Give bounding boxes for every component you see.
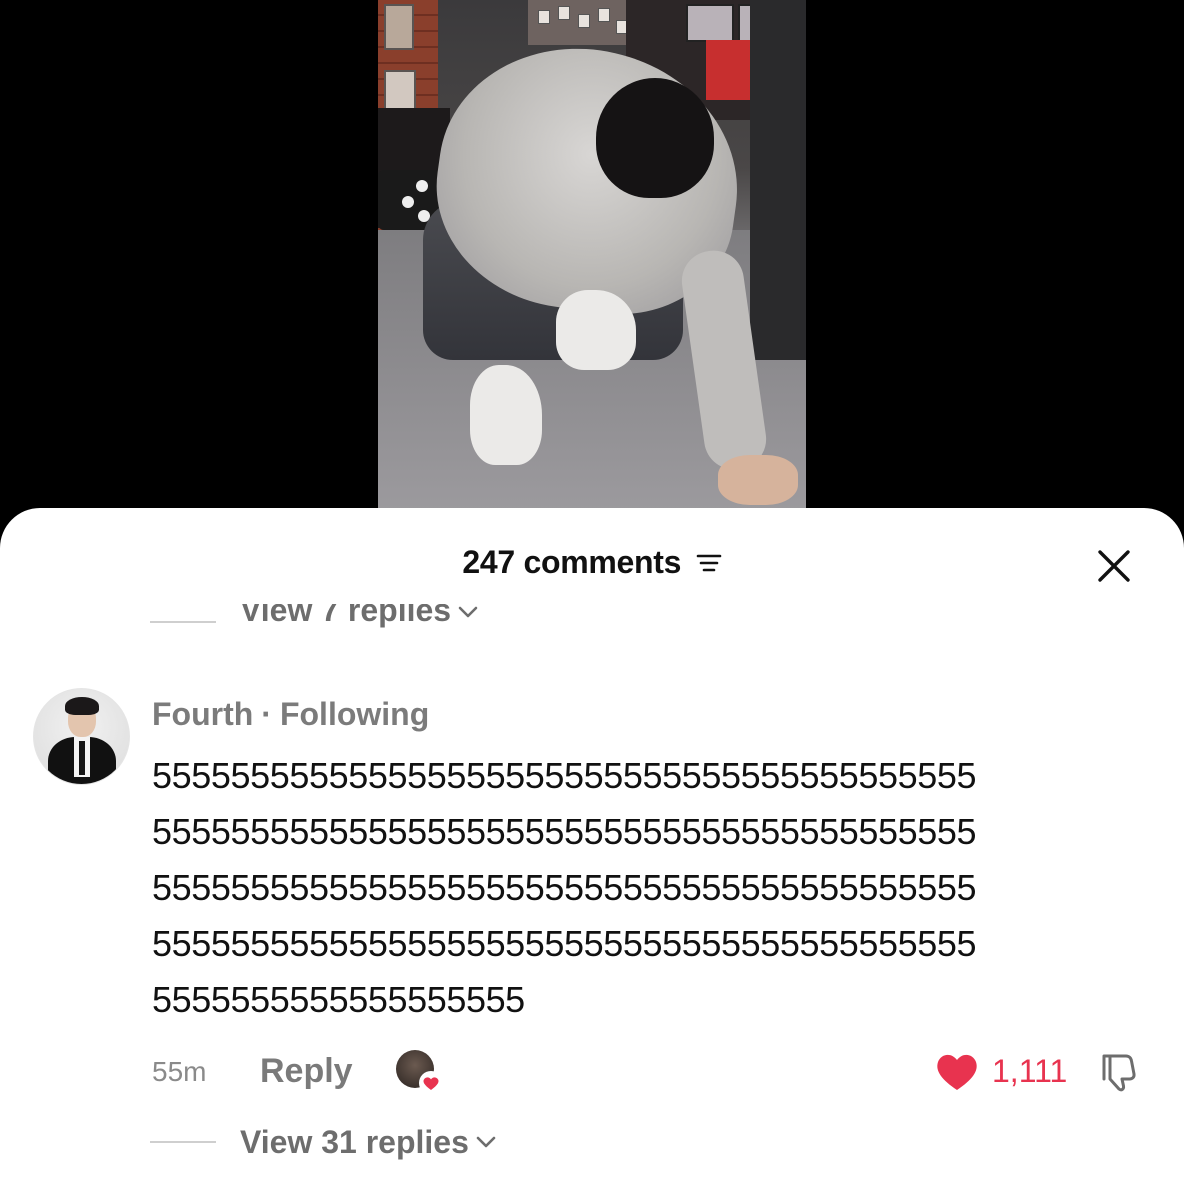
comment-text-line: 5555555555555555555 [152, 979, 525, 1020]
chevron-down-icon [458, 606, 478, 618]
reply-divider-line [150, 621, 216, 623]
following-label: Following [279, 696, 430, 732]
video-frame[interactable] [378, 0, 806, 560]
comment-timestamp: 55m [152, 1056, 207, 1087]
comment-author[interactable]: Fourth [152, 696, 253, 732]
like-count: 1,111 [992, 1052, 1068, 1089]
avatar-hair [65, 697, 99, 715]
video-poster [384, 70, 416, 110]
video-shoe [556, 290, 636, 370]
shelf-card [598, 8, 610, 22]
comment-text-line: 5555555555555555555555555555555555555555… [152, 923, 977, 964]
shelf-card [578, 14, 590, 28]
chevron-down-icon [476, 1136, 496, 1148]
comments-sheet: 247 comments View 7 replies Fourth · Fol… [0, 508, 1184, 1200]
video-hand [718, 455, 798, 505]
comment-count: 247 comments [462, 544, 682, 580]
reply-button[interactable]: Reply [260, 1052, 353, 1091]
video-poster [384, 4, 414, 50]
video-person-leg [750, 0, 806, 360]
filter-icon[interactable] [696, 551, 722, 575]
comment-text-line: 5555555555555555555555555555555555555555… [152, 811, 977, 852]
dice-pip [416, 180, 428, 192]
comment-text-line: 5555555555555555555555555555555555555555… [152, 867, 977, 908]
heart-icon [419, 1071, 443, 1095]
dice-pip [402, 196, 414, 208]
video-player[interactable] [0, 0, 1184, 560]
shelf-card [538, 10, 550, 24]
app-root: 247 comments View 7 replies Fourth · Fol… [0, 0, 1184, 1200]
video-shelf [528, 0, 638, 45]
avatar-tie [79, 741, 85, 775]
avatar[interactable] [33, 688, 130, 785]
video-head [596, 78, 714, 198]
video-shoe [470, 365, 542, 465]
comments-header: 247 comments [0, 544, 1184, 584]
view-replies-label: View 7 replies [240, 604, 452, 628]
view-replies-label: View 31 replies [240, 1123, 469, 1160]
comment-text-line: 5555555555555555555555555555555555555555… [152, 755, 977, 796]
comment-text: 5555555555555555555555555555555555555555… [152, 748, 1152, 1028]
heart-icon [937, 1054, 977, 1090]
wall-frame [686, 4, 734, 42]
creator-liked-badge [396, 1050, 443, 1096]
reply-divider-line [150, 1141, 216, 1143]
shelf-card [558, 6, 570, 20]
close-icon[interactable] [1094, 546, 1134, 586]
like-button[interactable]: 1,111 [934, 1048, 1067, 1094]
meta-separator: · [261, 696, 272, 732]
view-replies-button[interactable]: View 31 replies [150, 1122, 497, 1162]
comment-actions: 55m Reply 1,111 [0, 1048, 1184, 1098]
thumbs-down-icon[interactable] [1096, 1048, 1142, 1094]
comment-meta: Fourth · Following [152, 696, 429, 733]
view-replies-button-previous[interactable]: View 7 replies [150, 604, 479, 640]
